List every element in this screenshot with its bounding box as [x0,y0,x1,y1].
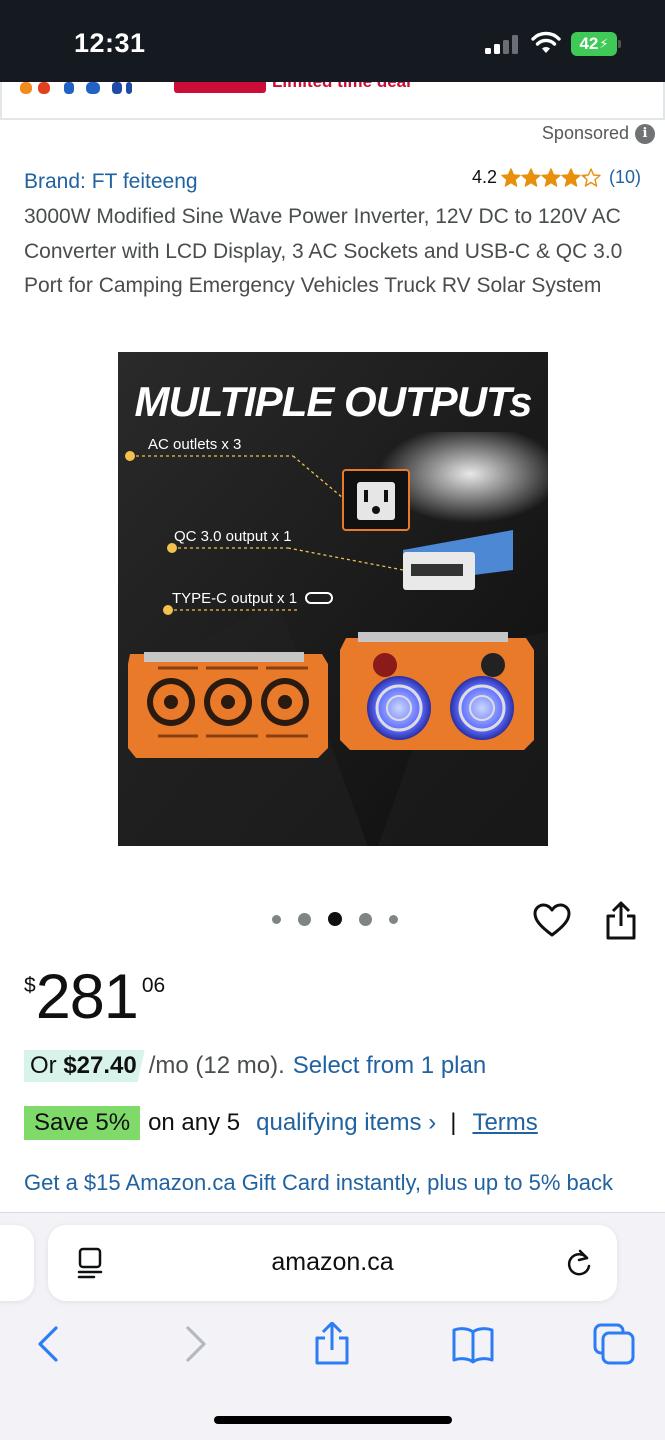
monthly-payment: Or $27.40 /mo (12 mo). Select from 1 pla… [24,1050,486,1082]
image-headline: MULTIPLE OUTPUTs [134,378,533,425]
monthly-prefix: Or [30,1052,64,1079]
price-whole: 281 [35,962,139,1032]
save-text: on any 5 [148,1109,241,1136]
star-icon [521,167,541,187]
monthly-amount: $27.40 [63,1052,137,1079]
image-label-qc: QC 3.0 output x 1 [174,528,292,545]
gift-card-promo-link[interactable]: Get a $15 Amazon.ca Gift Card instantly,… [24,1170,613,1196]
brand-link[interactable]: Brand: FT feiteeng [24,170,198,194]
star-icon [541,167,561,187]
tabs-icon[interactable] [592,1322,636,1366]
brand-logo-icon [20,82,132,94]
status-time: 12:31 [74,28,146,58]
monthly-badge: Or $27.40 [24,1050,145,1082]
share-icon[interactable] [310,1322,354,1366]
info-icon[interactable]: i [635,123,655,144]
image-label-typec: TYPE-C output x 1 [172,590,298,607]
share-icon[interactable] [603,900,639,942]
price-fraction: 06 [141,974,166,997]
battery-nub [618,40,621,48]
rating-value: 4.2 [471,167,497,187]
deal-badge [174,82,266,93]
battery-icon: 42 ⚡ [571,32,617,56]
price: $ 281 06 [24,962,165,1032]
product-image[interactable]: MULTIPLE OUTPUTs AC outlets x 3 QC 3.0 o… [118,352,548,846]
save-promotion: Save 5% on any 5 qualifying items › | Te… [24,1106,538,1140]
image-label-ac: AC outlets x 3 [148,436,242,453]
star-icon [581,167,601,187]
star-rating [501,167,601,188]
save-badge: Save 5% [24,1106,141,1140]
carousel-dot[interactable] [298,912,311,926]
rating-summary[interactable]: 4.2 (10) [472,167,641,188]
star-icon [561,167,581,187]
sponsored-label[interactable]: Sponsored i [542,123,655,144]
sponsored-text: Sponsored [541,123,629,143]
book-icon[interactable] [451,1322,495,1366]
qualifying-items-link[interactable]: qualifying items › [256,1109,436,1137]
carousel-dots[interactable] [272,912,398,926]
carousel-dot[interactable] [359,912,372,926]
chevron-right-icon[interactable] [172,1322,216,1366]
monthly-term: /mo (12 mo). [148,1052,285,1079]
carousel-dot[interactable] [389,914,398,924]
cellular-signal-icon [485,34,521,54]
deal-text: Limited time deal [272,82,411,92]
carousel-dot-active[interactable] [328,912,342,926]
sponsored-ad-banner[interactable]: Limited time deal [0,82,665,120]
rating-count-link[interactable]: (10) [609,167,641,188]
star-icon [501,167,521,187]
heart-icon[interactable] [533,902,571,940]
battery-level: 42 [579,34,599,53]
product-title[interactable]: 3000W Modified Sine Wave Power Inverter,… [24,200,649,304]
select-plan-link[interactable]: Select from 1 plan [293,1052,486,1080]
terms-link[interactable]: Terms [472,1109,537,1137]
chevron-left-icon[interactable] [28,1322,72,1366]
carousel-dot[interactable] [272,914,281,924]
price-symbol: $ [24,974,36,997]
separator: | [450,1109,457,1136]
home-indicator [214,1416,452,1424]
reload-icon[interactable] [565,1248,593,1278]
wifi-icon [531,31,561,53]
